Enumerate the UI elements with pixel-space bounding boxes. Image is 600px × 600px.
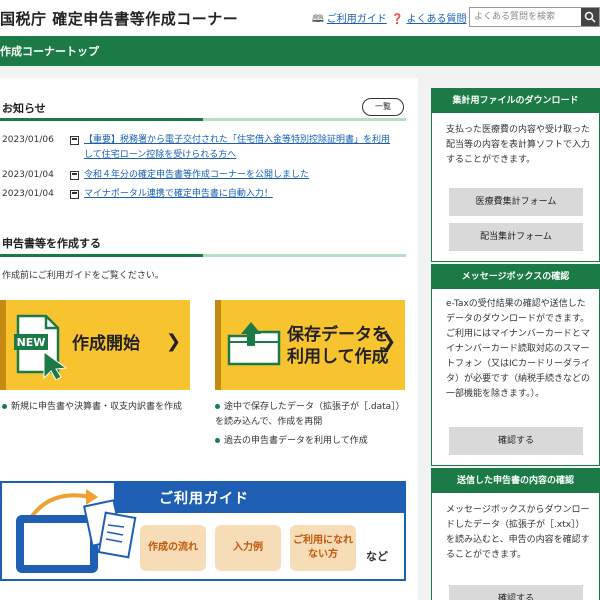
guide-suffix: など — [366, 550, 388, 563]
sidebar-download-title: 集計用ファイルのダウンロード — [432, 89, 599, 113]
sidebar-download-panel: 集計用ファイルのダウンロード 支払った医療費の内容や受け取った配当等の内容を表計… — [431, 88, 600, 262]
sidebar-messagebox-panel: メッセージボックスの確認 e-Taxの受付結果の確認や送信したデータのダウンロー… — [431, 264, 600, 466]
user-guide-banner[interactable]: ご利用ガイド 作成の流れ 入力例 ご利用になれない方 — [0, 481, 406, 581]
sidebar-messagebox-text: e-Taxの受付結果の確認や送信したデータのダウンロードができます。ご利用にはマ… — [446, 299, 591, 399]
guide-ineligible-box: ご利用になれない方 — [290, 525, 356, 571]
document-icon — [70, 190, 79, 199]
book-icon: 🕮 — [312, 14, 324, 25]
create-intro-text: 作成前にご利用ガイドをご覧ください。 — [2, 271, 164, 281]
saved-card-label-line1: 保存データを — [287, 325, 389, 345]
saved-card-description: 途中で保存したデータ（拡張子が［.data］）を読み込んで、作成を再開 — [215, 400, 407, 430]
start-create-button[interactable]: NEW 作成開始 ❯ — [0, 300, 190, 390]
chevron-right-icon: ❯ — [166, 331, 182, 352]
saved-card-bullet-2: 過去の申告書データを利用して作成 — [224, 436, 368, 446]
site-title[interactable]: 国税庁 確定申告書等作成コーナー — [0, 8, 238, 29]
medical-expense-form-button[interactable]: 医療費集計フォーム — [449, 188, 583, 216]
search-input[interactable] — [470, 8, 582, 26]
sidebar-sent-text: メッセージボックスからダウンロードしたデータ（拡張子が［.xtx］）を読み込むと… — [446, 505, 590, 560]
bullet-dot — [2, 404, 7, 409]
document-icon — [70, 136, 79, 145]
faq-link[interactable]: ❓ よくある質問 — [391, 10, 466, 25]
notices-divider — [0, 118, 406, 121]
start-card-description: 新規に申告書や決算書・収支内訳書を作成 — [2, 400, 182, 415]
document-icon — [70, 171, 79, 180]
chevron-right-icon: ❯ — [381, 331, 397, 352]
folder-upload-icon — [227, 322, 281, 366]
search-box — [469, 7, 600, 27]
guide-banner-header: ご利用ガイド — [114, 483, 406, 513]
sidebar-sent-return-panel: 送信した申告書の内容の確認 メッセージボックスからダウンロードしたデータ（拡張子… — [431, 468, 600, 600]
computer-documents-icon — [16, 489, 137, 573]
start-card-bullet: 新規に申告書や決算書・収支内訳書を作成 — [11, 402, 183, 412]
sidebar-sent-title: 送信した申告書の内容の確認 — [432, 469, 599, 493]
site-header: 国税庁 確定申告書等作成コーナー 🕮 ご利用ガイド ❓ よくある質問 — [0, 0, 600, 36]
guide-flow-box: 作成の流れ — [140, 525, 206, 571]
sent-confirm-button[interactable]: 確認する — [449, 585, 583, 600]
search-icon — [584, 11, 596, 23]
guide-link-label: ご利用ガイド — [326, 14, 387, 25]
saved-card-description-2: 過去の申告書データを利用して作成 — [215, 434, 368, 449]
notice-date: 2023/01/04 — [2, 189, 54, 199]
faq-link-label: よくある質問 — [406, 14, 467, 25]
notices-list-button[interactable]: 一覧 — [362, 98, 404, 116]
guide-example-box: 入力例 — [215, 525, 281, 571]
guide-banner-title: ご利用ガイド — [159, 491, 249, 507]
sidebar-download-text: 支払った医療費の内容や受け取った配当等の内容を表計算ソフトで入力することができま… — [446, 125, 591, 165]
notice-link[interactable]: 令和４年分の確定申告書等作成コーナーを公開しました — [84, 168, 309, 183]
notice-date: 2023/01/04 — [2, 170, 54, 180]
notice-link[interactable]: マイナポータル連携で確定申告書に自動入力！ — [84, 187, 273, 202]
notice-date: 2023/01/06 — [2, 135, 54, 145]
question-icon: ❓ — [391, 14, 404, 25]
create-section-title: 申告書等を作成する — [2, 237, 101, 250]
sidebar-messagebox-title: メッセージボックスの確認 — [432, 265, 599, 289]
create-divider — [0, 254, 406, 257]
new-badge: NEW — [17, 336, 46, 349]
start-card-label: 作成開始 — [72, 334, 140, 354]
dividend-form-button[interactable]: 配当集計フォーム — [449, 223, 583, 251]
bullet-dot — [215, 438, 220, 443]
notices-title: お知らせ — [2, 102, 46, 115]
top-nav-bar: 作成コーナートップ — [0, 36, 600, 66]
use-saved-data-button[interactable]: 保存データを 利用して作成 ❯ — [215, 300, 405, 390]
search-button[interactable] — [581, 8, 599, 26]
bullet-dot — [215, 404, 220, 409]
saved-card-bullet-1: 途中で保存したデータ（拡張子が［.data］）を読み込んで、作成を再開 — [215, 402, 405, 427]
topbar-title: 作成コーナートップ — [0, 45, 99, 58]
notice-link[interactable]: 【重要】税務署から電子交付された「住宅借入金等特別控除証明書」を利用して住宅ロー… — [84, 133, 399, 163]
messagebox-confirm-button[interactable]: 確認する — [449, 427, 583, 455]
new-document-icon: NEW — [14, 314, 68, 380]
guide-link[interactable]: 🕮 ご利用ガイド — [312, 10, 387, 29]
saved-card-label-line2: 利用して作成 — [287, 347, 389, 367]
